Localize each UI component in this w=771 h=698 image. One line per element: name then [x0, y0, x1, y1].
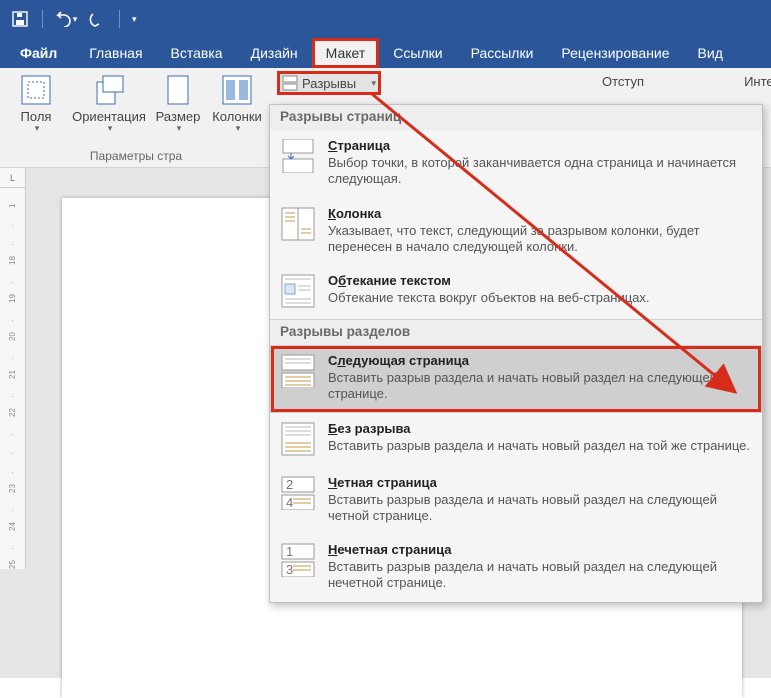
- tab-insert[interactable]: Вставка: [157, 38, 237, 68]
- section-breaks-header: Разрывы разделов: [270, 320, 762, 345]
- item-desc: Указывает, что текст, следующий за разры…: [328, 223, 752, 256]
- size-icon: [162, 74, 194, 106]
- break-column-item[interactable]: Колонка Указывает, что текст, следующий …: [270, 198, 762, 266]
- break-continuous-item[interactable]: Без разрыва Вставить разрыв раздела и на…: [270, 413, 762, 467]
- item-desc: Вставить разрыв раздела и начать новый р…: [328, 370, 752, 403]
- save-button[interactable]: [6, 5, 34, 33]
- page-setup-group: Поля ▾ Ориентация ▾ Размер ▾ Колонки ▾ П…: [0, 68, 272, 167]
- chevron-down-icon: ▾: [236, 123, 241, 134]
- nextpage-break-icon: [280, 353, 316, 389]
- item-desc: Вставить разрыв раздела и начать новый р…: [328, 492, 752, 525]
- item-desc: Обтекание текста вокруг объектов на веб-…: [328, 290, 752, 306]
- oddpage-break-icon: 13: [280, 542, 316, 578]
- item-text: Колонка Указывает, что текст, следующий …: [328, 206, 752, 256]
- tab-review[interactable]: Рецензирование: [547, 38, 683, 68]
- columns-label: Колонки: [212, 110, 262, 123]
- spacing-label: Интервал: [744, 74, 771, 89]
- tab-mailings[interactable]: Рассылки: [457, 38, 548, 68]
- qat-separator: [119, 10, 120, 28]
- chevron-down-icon: ▾: [177, 123, 182, 134]
- orientation-button[interactable]: Ориентация ▾: [68, 70, 150, 148]
- break-nextpage-item[interactable]: Следующая страница Вставить разрыв разде…: [270, 345, 762, 413]
- tab-view[interactable]: Вид: [684, 38, 737, 68]
- tab-layout[interactable]: Макет: [312, 38, 380, 68]
- item-desc: Вставить разрыв раздела и начать новый р…: [328, 559, 752, 592]
- breaks-button[interactable]: Разрывы ▾: [278, 72, 380, 94]
- item-title: Следующая страница: [328, 353, 752, 368]
- section-breaks-section: Разрывы разделов Следующая страница Вста…: [270, 320, 762, 602]
- margins-icon: [20, 74, 52, 106]
- item-desc: Вставить разрыв раздела и начать новый р…: [328, 438, 752, 454]
- breaks-label: Разрывы: [302, 76, 356, 91]
- item-desc: Выбор точки, в которой заканчивается одн…: [328, 155, 752, 188]
- indent-label: Отступ: [602, 74, 644, 89]
- item-text: Следующая страница Вставить разрыв разде…: [328, 353, 752, 403]
- item-title: Страница: [328, 138, 752, 153]
- columns-button[interactable]: Колонки ▾: [206, 70, 268, 148]
- break-textwrap-item[interactable]: Обтекание текстом Обтекание текста вокру…: [270, 265, 762, 319]
- page-break-icon: [280, 138, 316, 174]
- dropdown-caret-icon: ▾: [73, 14, 78, 25]
- save-icon: [12, 11, 28, 27]
- redo-button[interactable]: [83, 5, 111, 33]
- margins-label: Поля: [21, 110, 52, 123]
- margins-button[interactable]: Поля ▾: [4, 70, 68, 148]
- page-setup-buttons: Поля ▾ Ориентация ▾ Размер ▾ Колонки ▾: [0, 70, 272, 148]
- tab-design[interactable]: Дизайн: [237, 38, 312, 68]
- item-text: Четная страница Вставить разрыв раздела …: [328, 475, 752, 525]
- qat-customize-caret-icon[interactable]: ▾: [132, 14, 137, 25]
- page-setup-group-label: Параметры стра: [84, 148, 188, 164]
- column-break-icon: [280, 206, 316, 242]
- orientation-icon: [93, 74, 125, 106]
- undo-button[interactable]: ▾: [51, 5, 79, 33]
- chevron-down-icon: ▾: [108, 123, 113, 134]
- item-text: Страница Выбор точки, в которой заканчив…: [328, 138, 752, 188]
- item-title: Четная страница: [328, 475, 752, 490]
- svg-text:2: 2: [286, 477, 293, 492]
- breaks-icon: [282, 75, 298, 91]
- item-title: Обтекание текстом: [328, 273, 752, 288]
- item-text: Обтекание текстом Обтекание текста вокру…: [328, 273, 752, 306]
- item-title: Без разрыва: [328, 421, 752, 436]
- evenpage-break-icon: 24: [280, 475, 316, 511]
- size-button[interactable]: Размер ▾: [150, 70, 206, 148]
- tab-references[interactable]: Ссылки: [379, 38, 456, 68]
- item-title: Колонка: [328, 206, 752, 221]
- break-evenpage-item[interactable]: 24 Четная страница Вставить разрыв разде…: [270, 467, 762, 535]
- textwrap-break-icon: [280, 273, 316, 309]
- continuous-break-icon: [280, 421, 316, 457]
- break-oddpage-item[interactable]: 13 Нечетная страница Вставить разрыв раз…: [270, 534, 762, 602]
- qat-separator: [42, 10, 43, 28]
- breaks-dropdown: Разрывы страниц Страница Выбор точки, в …: [269, 104, 763, 603]
- tab-file[interactable]: Файл: [8, 38, 75, 68]
- page-breaks-section: Разрывы страниц Страница Выбор точки, в …: [270, 105, 762, 320]
- item-title: Нечетная страница: [328, 542, 752, 557]
- ruler-marks: 1··18·19·20·21·22···23·24·25: [0, 188, 26, 569]
- redo-icon: [88, 11, 106, 27]
- orientation-label: Ориентация: [72, 110, 146, 123]
- svg-text:3: 3: [286, 562, 293, 577]
- undo-icon: [53, 11, 71, 27]
- columns-icon: [221, 74, 253, 106]
- page-breaks-header: Разрывы страниц: [270, 105, 762, 130]
- vertical-ruler: L 1··18·19·20·21·22···23·24·25: [0, 168, 26, 678]
- ribbon-tabs: Файл Главная Вставка Дизайн Макет Ссылки…: [0, 38, 771, 68]
- svg-text:4: 4: [286, 495, 293, 510]
- item-text: Нечетная страница Вставить разрыв раздел…: [328, 542, 752, 592]
- quick-access-toolbar: ▾ ▾: [0, 0, 771, 38]
- break-page-item[interactable]: Страница Выбор точки, в которой заканчив…: [270, 130, 762, 198]
- ruler-corner: L: [0, 168, 26, 188]
- svg-text:1: 1: [286, 544, 293, 559]
- size-label: Размер: [156, 110, 201, 123]
- chevron-down-icon: ▾: [371, 78, 376, 89]
- tab-home[interactable]: Главная: [75, 38, 156, 68]
- item-text: Без разрыва Вставить разрыв раздела и на…: [328, 421, 752, 454]
- chevron-down-icon: ▾: [35, 123, 40, 134]
